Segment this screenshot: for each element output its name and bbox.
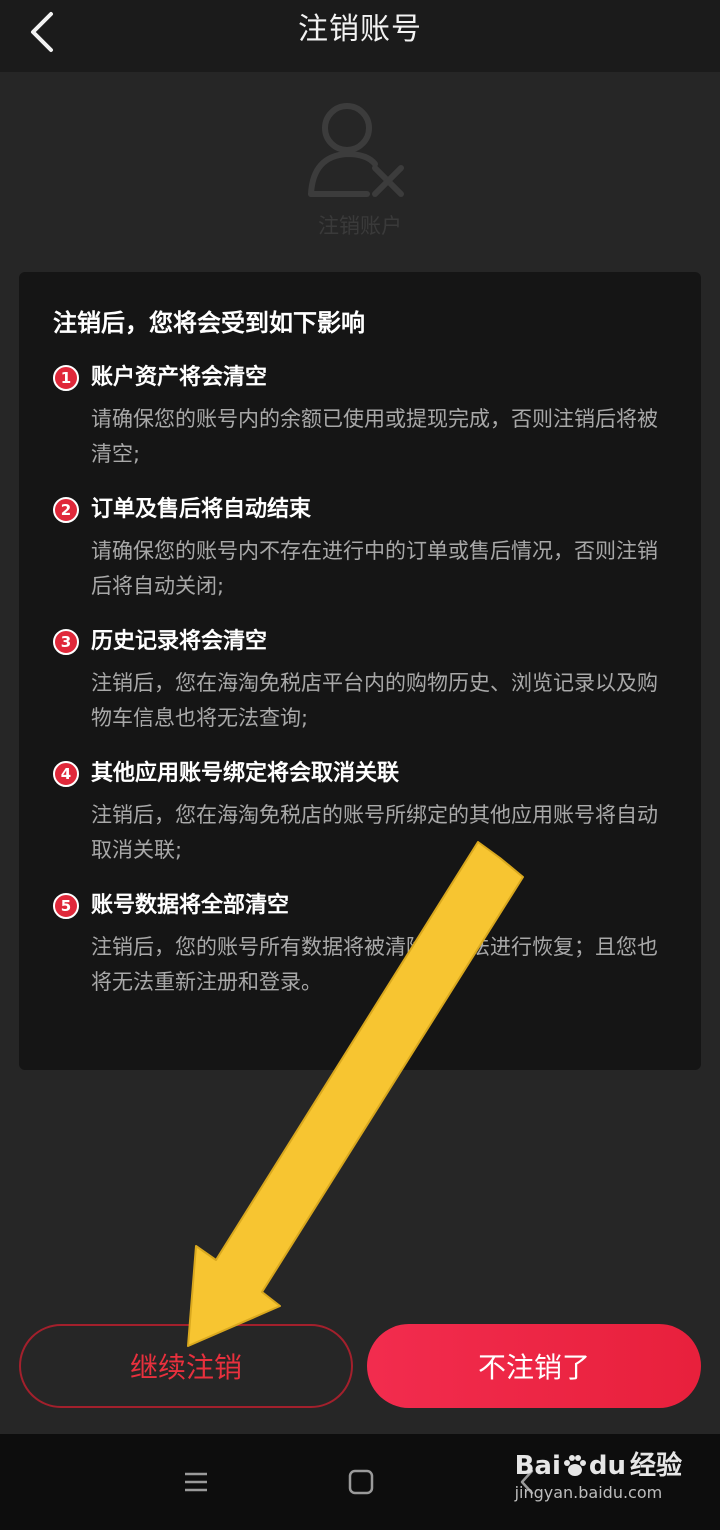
impact-item-desc: 请确保您的账号内的余额已使用或提现完成，否则注销后将被清空; [91, 407, 658, 466]
menu-icon [185, 1472, 207, 1492]
impact-item-title: 历史记录将会清空 [91, 629, 268, 654]
paw-icon [563, 1455, 586, 1476]
number-badge: 3 [53, 629, 79, 655]
cancel-deactivate-button[interactable]: 不注销了 [367, 1324, 701, 1408]
impact-item: 4 其他应用账号绑定将会取消关联 注销后，您在海淘免税店的账号所绑定的其他应用账… [53, 756, 667, 868]
number-badge: 5 [53, 893, 79, 919]
impact-item-title: 订单及售后将自动结束 [91, 497, 312, 522]
impact-card: 注销后，您将会受到如下影响 1 账户资产将会清空 请确保您的账号内的余额已使用或… [19, 272, 701, 1070]
hero-section: 注销账户 [0, 96, 720, 246]
impact-item-desc: 注销后，您的账号所有数据将被清除，无法进行恢复；且您也将无法重新注册和登录。 [91, 935, 658, 994]
square-icon [348, 1469, 374, 1495]
impact-item: 2 订单及售后将自动结束 请确保您的账号内不存在进行中的订单或售后情况，否则注销… [53, 492, 667, 604]
number-badge: 4 [53, 761, 79, 787]
impact-item: 1 账户资产将会清空 请确保您的账号内的余额已使用或提现完成，否则注销后将被清空… [53, 360, 667, 472]
watermark-product: 经验 [629, 1451, 682, 1481]
impact-heading: 注销后，您将会受到如下影响 [53, 309, 365, 337]
impact-item-title: 账户资产将会清空 [91, 365, 268, 390]
page-title: 注销账号 [298, 12, 422, 47]
watermark-brand-text: Bai [514, 1451, 561, 1481]
watermark: Bai du 经验 jingyan.baidu.com [515, 1450, 682, 1504]
impact-item-head: 5 账号数据将全部清空 [53, 888, 667, 924]
watermark-brand: Bai du 经验 [515, 1450, 682, 1482]
app-header: 注销账号 [0, 0, 720, 72]
screen: 注销账号 注销账户 注销后，您将会受到如下影响 1 账户资产将会清空 请确保您的… [0, 0, 720, 1530]
home-key[interactable] [337, 1458, 385, 1506]
impact-item-head: 3 历史记录将会清空 [53, 624, 667, 660]
number-badge: 2 [53, 497, 79, 523]
impact-item-head: 2 订单及售后将自动结束 [53, 492, 667, 528]
number-badge: 1 [53, 365, 79, 391]
continue-deactivate-button[interactable]: 继续注销 [19, 1324, 353, 1408]
user-remove-icon [308, 103, 404, 197]
recent-apps-key[interactable] [172, 1458, 220, 1506]
watermark-brand-suffix: du [588, 1451, 626, 1481]
impact-item: 3 历史记录将会清空 注销后，您在海淘免税店平台内的购物历史、浏览记录以及购物车… [53, 624, 667, 736]
impact-item-title: 其他应用账号绑定将会取消关联 [91, 761, 400, 786]
impact-item-head: 4 其他应用账号绑定将会取消关联 [53, 756, 667, 792]
hero-caption: 注销账户 [318, 214, 402, 238]
impact-item-title: 账号数据将全部清空 [91, 893, 290, 918]
watermark-url: jingyan.baidu.com [514, 1483, 663, 1502]
impact-item-head: 1 账户资产将会清空 [53, 360, 667, 396]
impact-item: 5 账号数据将全部清空 注销后，您的账号所有数据将被清除，无法进行恢复；且您也将… [53, 888, 667, 1000]
impact-item-desc: 注销后，您在海淘免税店的账号所绑定的其他应用账号将自动取消关联; [91, 803, 658, 862]
impact-item-desc: 请确保您的账号内不存在进行中的订单或售后情况，否则注销后将自动关闭; [91, 539, 658, 598]
impact-item-desc: 注销后，您在海淘免税店平台内的购物历史、浏览记录以及购物车信息也将无法查询; [91, 671, 658, 730]
